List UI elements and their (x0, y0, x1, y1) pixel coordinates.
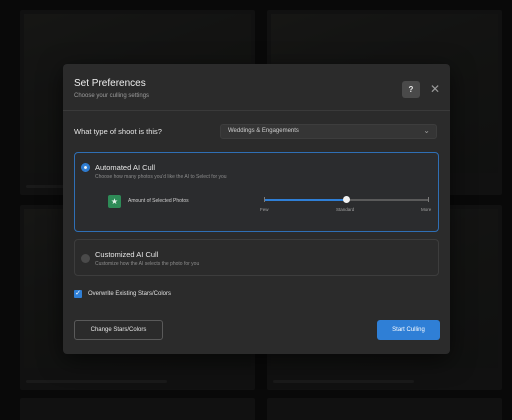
help-button[interactable]: ? (402, 81, 420, 98)
shoot-type-select[interactable]: Weddings & Engagements ⌄ (220, 124, 437, 139)
star-icon: ★ (108, 195, 121, 208)
customized-ai-cull-option[interactable]: Customized AI Cull Customize how the AI … (74, 239, 439, 276)
slider-tick-min (264, 197, 265, 202)
automated-cull-description: Choose how many photos you'd like the AI… (95, 174, 227, 180)
close-icon[interactable]: ✕ (428, 82, 442, 96)
customized-cull-radio[interactable] (81, 254, 90, 263)
chevron-down-icon: ⌄ (423, 126, 430, 135)
dialog-subtitle: Choose your culling settings (74, 93, 150, 99)
overwrite-checkbox[interactable]: ✓ (74, 290, 82, 298)
shoot-type-value: Weddings & Engagements (228, 128, 299, 134)
automated-cull-radio[interactable] (81, 163, 90, 172)
amount-label: Amount of Selected Photos (128, 198, 189, 204)
customized-cull-title: Customized AI Cull (95, 250, 159, 259)
slider-label-standard: Standard (336, 207, 355, 212)
slider-tick-max (428, 197, 429, 202)
change-stars-colors-button[interactable]: Change Stars/Colors (74, 320, 163, 340)
amount-slider[interactable] (264, 196, 429, 203)
slider-fill (264, 199, 347, 201)
automated-cull-title: Automated AI Cull (95, 163, 156, 172)
slider-label-few: Few (260, 207, 269, 212)
dialog-title: Set Preferences (74, 78, 146, 89)
header-divider (63, 110, 450, 111)
shoot-type-label: What type of shoot is this? (74, 127, 162, 136)
automated-ai-cull-option[interactable]: Automated AI Cull Choose how many photos… (74, 152, 439, 232)
slider-label-more: More (421, 207, 432, 212)
start-culling-button[interactable]: Start Culling (377, 320, 440, 340)
set-preferences-dialog: Set Preferences Choose your culling sett… (63, 64, 450, 354)
overwrite-label: Overwrite Existing Stars/Colors (88, 291, 172, 297)
customized-cull-description: Customize how the AI selects the photo f… (95, 261, 200, 267)
slider-handle[interactable] (343, 196, 350, 203)
